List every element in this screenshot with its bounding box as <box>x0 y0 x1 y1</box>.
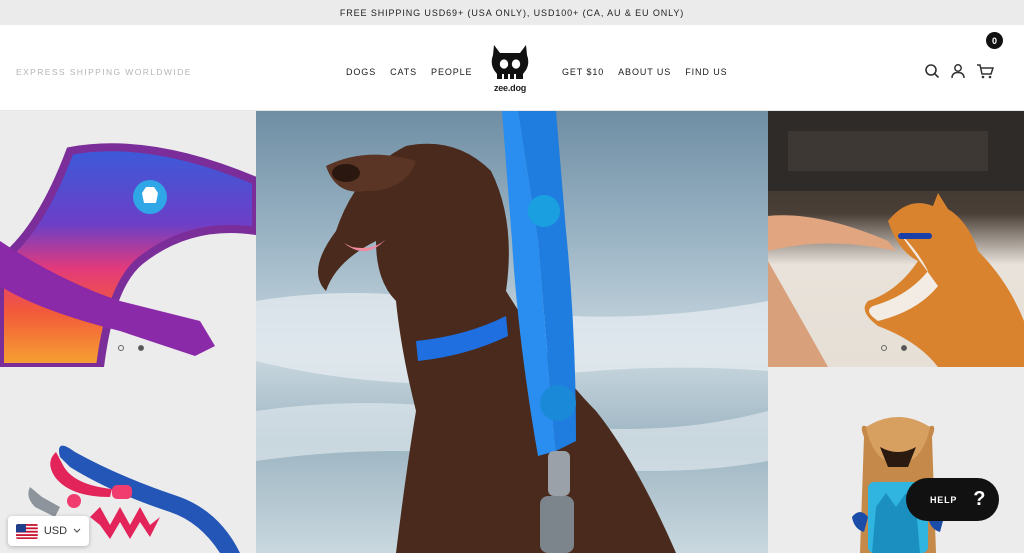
nav-link-find-us[interactable]: FIND US <box>685 67 727 77</box>
currency-code: USD <box>43 525 68 537</box>
harness-illustration <box>0 143 256 367</box>
brand-logo[interactable]: zee.dog <box>490 43 530 95</box>
dog-leash-image[interactable] <box>256 111 768 553</box>
header-icons <box>924 63 994 79</box>
currency-selector[interactable]: USD <box>8 516 89 546</box>
cat-image[interactable] <box>768 111 1024 367</box>
carousel-dot[interactable] <box>118 345 124 351</box>
question-icon: ? <box>973 488 986 510</box>
site-header: EXPRESS SHIPPING WORLDWIDE DOGS CATS PEO… <box>0 25 1024 111</box>
search-icon[interactable] <box>924 63 940 79</box>
user-icon[interactable] <box>950 63 966 79</box>
announcement-bar: FREE SHIPPING USD69+ (USA ONLY), USD100+… <box>0 0 1024 25</box>
cart-icon[interactable] <box>976 63 994 79</box>
toy-illustration <box>852 417 944 553</box>
toy-image[interactable] <box>768 367 1024 553</box>
logo-wordmark: zee.dog <box>493 83 527 93</box>
carousel-dot-active[interactable] <box>901 345 907 351</box>
us-flag-icon <box>16 523 38 539</box>
main-nav-left: DOGS CATS PEOPLE <box>346 67 472 77</box>
carousel-dot-active[interactable] <box>138 345 144 351</box>
announcement-text: FREE SHIPPING USD69+ (USA ONLY), USD100+… <box>339 7 685 18</box>
nav-link-about-us[interactable]: ABOUT US <box>618 67 671 77</box>
help-label: HELP <box>930 494 958 505</box>
harness-image[interactable] <box>0 111 256 367</box>
header-tagline: EXPRESS SHIPPING WORLDWIDE <box>16 67 192 77</box>
help-button[interactable]: HELP ? <box>906 478 999 521</box>
carousel-dot[interactable] <box>881 345 887 351</box>
chevron-down-icon <box>73 528 81 533</box>
harness-carousel-dots <box>118 345 144 351</box>
dog-leash-illustration <box>256 111 768 553</box>
cat-carousel-dots <box>881 345 907 351</box>
cat-illustration <box>768 111 1024 367</box>
main-nav-right: GET $10 ABOUT US FIND US <box>562 67 728 77</box>
skull-logo-icon <box>491 45 529 79</box>
nav-link-cats[interactable]: CATS <box>390 67 417 77</box>
cart-count-badge: 0 <box>986 32 1003 49</box>
nav-link-get-10[interactable]: GET $10 <box>562 67 604 77</box>
nav-link-people[interactable]: PEOPLE <box>431 67 472 77</box>
nav-link-dogs[interactable]: DOGS <box>346 67 376 77</box>
